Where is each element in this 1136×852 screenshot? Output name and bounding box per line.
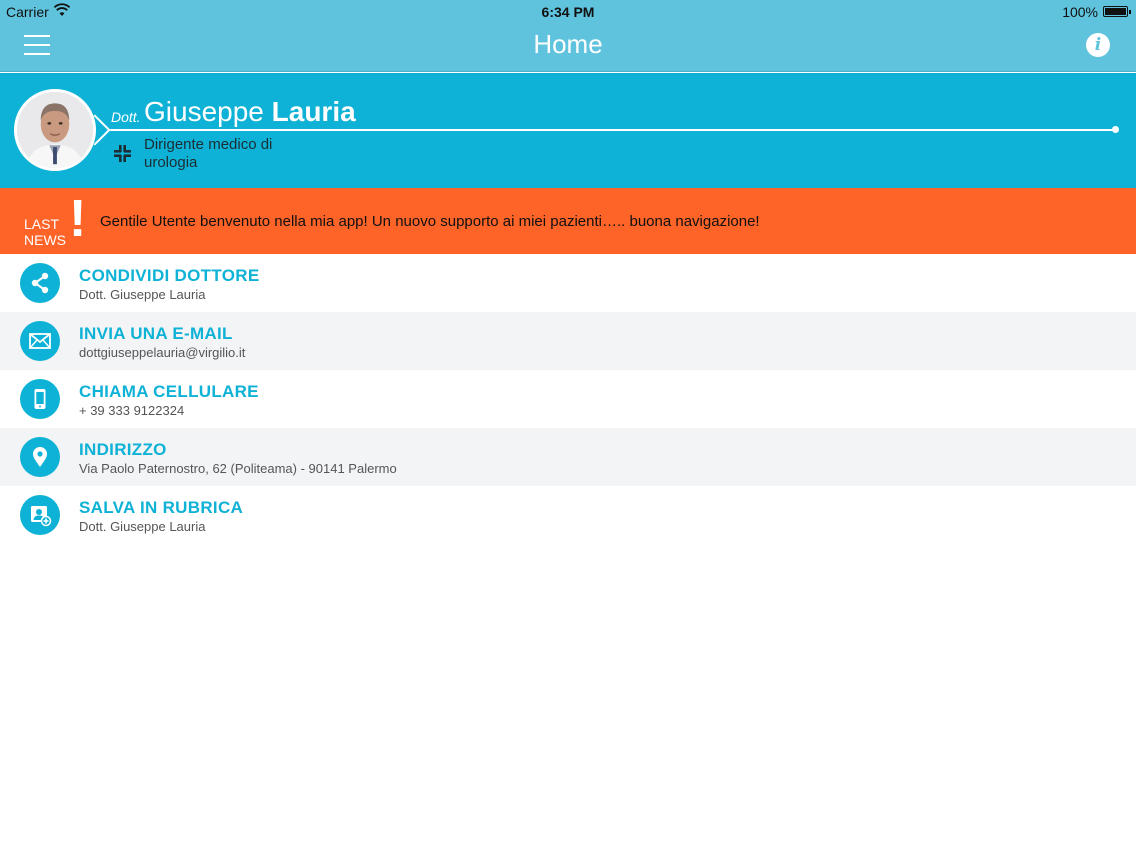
last-news-banner[interactable]: LAST NEWS ! Gentile Utente benvenuto nel…: [0, 188, 1136, 254]
action-list: CONDIVIDI DOTTORE Dott. Giuseppe Lauria …: [0, 254, 1136, 544]
last-news-label: LAST NEWS: [24, 216, 66, 248]
info-icon[interactable]: i: [1086, 33, 1110, 57]
news-message: Gentile Utente benvenuto nella mia app! …: [100, 213, 760, 230]
envelope-icon: [20, 321, 60, 361]
navigation-bar: Carrier 6:34 PM 100% Home i: [0, 0, 1136, 72]
doctor-last-name: Lauria: [271, 96, 356, 127]
header-divider-line: [96, 129, 1116, 131]
call-mobile-row[interactable]: CHIAMA CELLULARE + 39 333 9122324: [0, 370, 1136, 428]
avatar: [14, 89, 96, 171]
row-title: INVIA UNA E-MAIL: [79, 324, 233, 343]
doctor-first-name: Giuseppe: [144, 96, 264, 127]
doctor-role: Dirigente medico di urologia: [144, 136, 273, 171]
exclamation-icon: !: [69, 190, 87, 248]
address-row[interactable]: INDIRIZZO Via Paolo Paternostro, 62 (Pol…: [0, 428, 1136, 486]
send-email-row[interactable]: INVIA UNA E-MAIL dottgiuseppelauria@virg…: [0, 312, 1136, 370]
add-contact-icon: [20, 495, 60, 535]
share-icon: [20, 263, 60, 303]
save-contact-row[interactable]: SALVA IN RUBRICA Dott. Giuseppe Lauria: [0, 486, 1136, 544]
doctor-photo: [17, 92, 93, 168]
location-pin-icon: [20, 437, 60, 477]
status-bar: Carrier 6:34 PM 100%: [0, 0, 1136, 22]
doctor-title-prefix: Dott.: [111, 109, 141, 125]
status-time: 6:34 PM: [541, 4, 595, 20]
page-title: Home: [533, 29, 603, 59]
row-subtitle: + 39 333 9122324: [79, 403, 185, 418]
row-title: CONDIVIDI DOTTORE: [79, 266, 260, 285]
row-subtitle: dottgiuseppelauria@virgilio.it: [79, 345, 246, 360]
doctor-profile-header: Dott. Giuseppe Lauria Dirigente medico d…: [0, 73, 1136, 188]
row-title: SALVA IN RUBRICA: [79, 498, 244, 517]
battery-percentage: 100%: [1062, 4, 1098, 20]
doctor-name: Giuseppe Lauria: [144, 96, 356, 128]
row-subtitle: Via Paolo Paternostro, 62 (Politeama) - …: [79, 461, 397, 476]
share-doctor-row[interactable]: CONDIVIDI DOTTORE Dott. Giuseppe Lauria: [0, 254, 1136, 312]
row-title: INDIRIZZO: [79, 440, 167, 459]
header-divider-dot: [1112, 126, 1119, 133]
row-title: CHIAMA CELLULARE: [79, 382, 259, 401]
mobile-phone-icon: [20, 379, 60, 419]
battery-icon: [1103, 6, 1131, 17]
row-subtitle: Dott. Giuseppe Lauria: [79, 287, 206, 302]
avatar-frame: [14, 89, 111, 173]
medical-cross-icon: [114, 145, 131, 162]
row-subtitle: Dott. Giuseppe Lauria: [79, 519, 206, 534]
